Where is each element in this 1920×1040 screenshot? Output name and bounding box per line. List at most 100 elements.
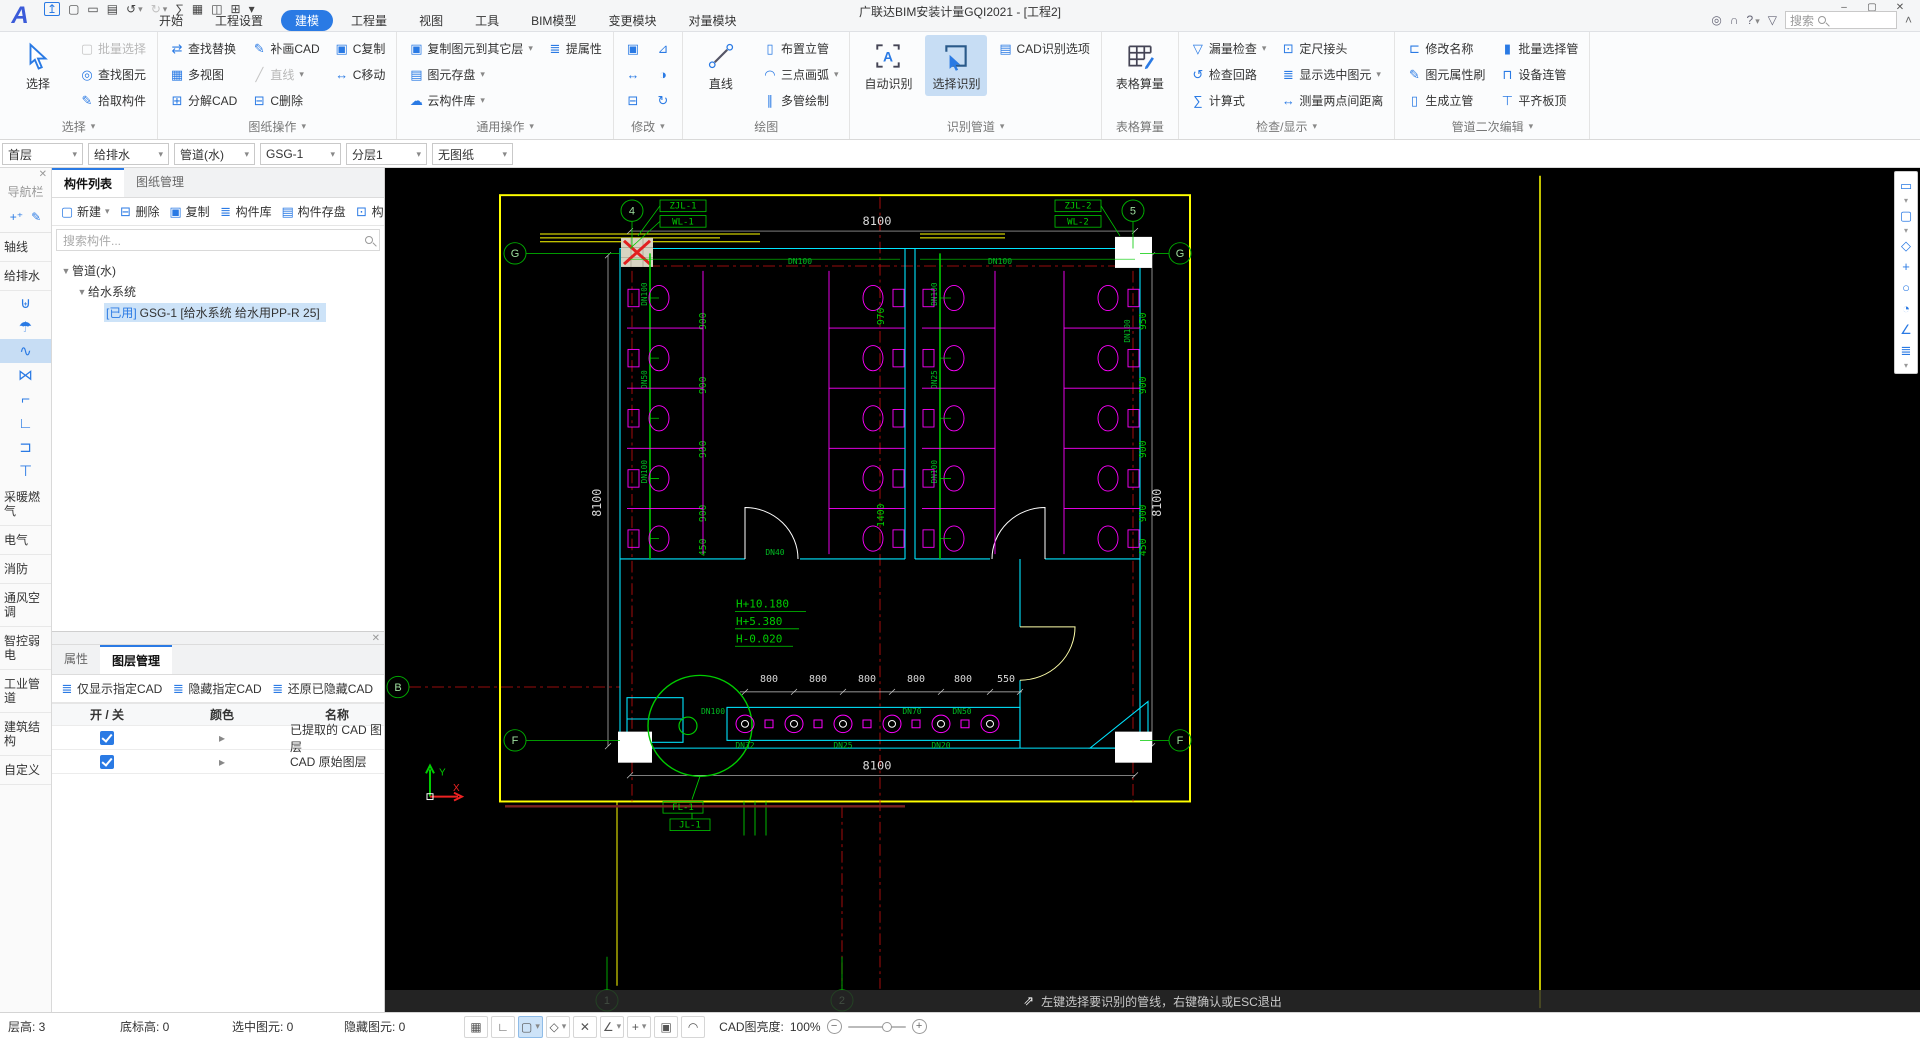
image-display-button[interactable]: ▣ [654, 1016, 678, 1038]
table-query-button[interactable]: ▦ [464, 1016, 488, 1038]
stretch-button[interactable]: ⊿ [651, 35, 675, 61]
caret-down-icon[interactable]: ▼ [60, 266, 72, 276]
view-3d-button[interactable]: ◇▾ [546, 1016, 570, 1038]
pipe-icon[interactable]: ∿ [0, 339, 51, 363]
measure-distance-button[interactable]: ↔测量两点间距离 [1276, 87, 1387, 113]
fixed-length-joint-button[interactable]: ⊡定尺接头 [1276, 35, 1387, 61]
sidebar-item-axis[interactable]: 轴线 [0, 233, 51, 262]
component-search-input[interactable]: 搜索构件... [56, 229, 380, 251]
mirror-button[interactable]: ◑ [651, 61, 675, 87]
three-point-arc-button[interactable]: ◠三点画弧▾ [758, 61, 843, 87]
tab-开始[interactable]: 开始 [145, 10, 197, 31]
specialty-select[interactable]: 给排水▾ [88, 143, 169, 165]
tree-item[interactable]: 给水系统 [88, 283, 136, 300]
orbit-icon[interactable]: ◔ [1895, 298, 1917, 319]
connect-equipment-pipe-button[interactable]: ⊓设备连管 [1495, 61, 1582, 87]
shower-icon[interactable]: ☂ [0, 315, 51, 339]
rotate-button[interactable]: ↻ [651, 87, 675, 113]
chevron-down-icon[interactable]: ▾ [1904, 226, 1908, 235]
layer-visible-checkbox[interactable] [100, 755, 114, 769]
generate-riser-button[interactable]: ▯生成立管 [1402, 87, 1489, 113]
tree-item[interactable]: 管道(水) [72, 262, 116, 279]
open-file-button[interactable]: ▭ [87, 2, 98, 16]
redraw-cad-button[interactable]: ✎补画CAD [247, 35, 323, 61]
add-icon[interactable]: +⁺ [10, 210, 23, 224]
save-elements-button[interactable]: ▤图元存盘▾ [404, 61, 537, 87]
check-loop-button[interactable]: ↺检查回路 [1186, 61, 1271, 87]
line-button[interactable]: ╱直线▾ [247, 61, 323, 87]
app-logo-icon[interactable]: A [4, 1, 36, 31]
tab-BIM模型[interactable]: BIM模型 [517, 10, 590, 31]
attribute-brush-button[interactable]: ✎图元属性刷 [1402, 61, 1489, 87]
floor-drain-icon[interactable]: ⊤ [0, 459, 51, 483]
new-component-button[interactable]: ▢新建▾ [56, 201, 113, 222]
tab-属性[interactable]: 属性 [52, 645, 100, 674]
ribbon-group-label[interactable]: 检查/显示▾ [1186, 116, 1388, 139]
ribbon-group-label[interactable]: 通用操作▾ [404, 116, 606, 139]
sidebar-item-fire-protection[interactable]: 消防 [0, 555, 51, 584]
ribbon-group-label[interactable]: 选择▾ [7, 116, 150, 139]
chevron-down-icon[interactable]: ▾ [1904, 361, 1908, 370]
place-riser-button[interactable]: ▯布置立管 [758, 35, 843, 61]
ortho-mode-button[interactable]: ∟ [491, 1016, 515, 1038]
multi-pipe-draw-button[interactable]: ∥多管绘制 [758, 87, 843, 113]
caret-down-icon[interactable]: ▼ [76, 287, 88, 297]
pan-icon[interactable]: + [1895, 256, 1917, 277]
new-file-button[interactable]: ▢ [68, 2, 79, 16]
hide-specified-cad-button[interactable]: ≣隐藏指定CAD [167, 678, 264, 699]
tab-构件列表[interactable]: 构件列表 [52, 168, 124, 197]
color-expand-icon[interactable]: ▸ [219, 731, 225, 745]
brightness-slider[interactable] [848, 1026, 906, 1028]
ribbon-search-input[interactable]: 搜索 [1785, 11, 1897, 29]
publish-button[interactable]: ↥ [44, 2, 60, 16]
sheet-select[interactable]: 无图纸▾ [432, 143, 513, 165]
cross-snap-button[interactable]: ✕ [573, 1016, 597, 1038]
cloud-library-button[interactable]: ☁云构件库▾ [404, 87, 537, 113]
component-library-button[interactable]: ≣构件库 [215, 201, 275, 222]
layer-visible-checkbox[interactable] [100, 731, 114, 745]
element-type-select[interactable]: 管道(水)▾ [174, 143, 255, 165]
sidebar-item-hvac[interactable]: 通风空调 [0, 584, 51, 627]
line-tool-button[interactable]: 直线 [690, 35, 752, 96]
display-settings-icon[interactable]: ▭ [1895, 175, 1917, 196]
c-delete-button[interactable]: ⊟C删除 [247, 87, 323, 113]
pipe-fitting-icon[interactable]: ⌐ [0, 387, 51, 411]
c-copy-button[interactable]: ▣C复制 [330, 35, 390, 61]
sidebar-item-building-structure[interactable]: 建筑结构 [0, 713, 51, 756]
sanitary-fixture-icon[interactable]: ⊎ [0, 291, 51, 315]
layer-select[interactable]: 分层1▾ [346, 143, 427, 165]
headset-icon[interactable]: ∩ [1730, 13, 1739, 27]
user-icon[interactable]: ◎ [1711, 13, 1721, 27]
table-quantity-button[interactable]: 表格算量 [1109, 35, 1171, 96]
ribbon-group-label[interactable]: 管道二次编辑▾ [1402, 116, 1582, 139]
ribbon-group-label[interactable]: 图纸操作▾ [165, 116, 389, 139]
sidebar-item-industrial-pipe[interactable]: 工业管道 [0, 670, 51, 713]
tab-建模[interactable]: 建模 [281, 10, 333, 31]
tab-工程量[interactable]: 工程量 [337, 10, 401, 31]
close-icon[interactable]: ✕ [372, 633, 380, 644]
pick-component-button[interactable]: ✎拾取构件 [75, 87, 150, 113]
chevron-down-icon[interactable]: ▾ [1904, 196, 1908, 205]
valve-flange-icon[interactable]: ⋈ [0, 363, 51, 387]
select-identify-button[interactable]: 选择识别 [925, 35, 987, 96]
point-snap-button[interactable]: +▾ [627, 1016, 651, 1038]
leak-check-button[interactable]: ▽漏量检查▾ [1186, 35, 1271, 61]
delete-component-button[interactable]: ⊟删除 [115, 201, 163, 222]
floor-select[interactable]: 首层▾ [2, 143, 83, 165]
measure-icon[interactable]: ∠ [1895, 319, 1917, 340]
auto-identify-button[interactable]: A自动识别 [857, 35, 919, 96]
find-replace-button[interactable]: ⇄查找替换 [165, 35, 241, 61]
tab-工具[interactable]: 工具 [461, 10, 513, 31]
show-selected-button[interactable]: ≣显示选中图元▾ [1276, 61, 1387, 87]
undo-button[interactable]: ↺▾ [126, 2, 143, 16]
component-select[interactable]: GSG-1▾ [260, 143, 341, 165]
sidebar-item-plumbing[interactable]: 给排水 [0, 262, 51, 291]
c-move-button[interactable]: ↔C移动 [330, 61, 390, 87]
zoom-icon[interactable]: ○ [1895, 277, 1917, 298]
theme-skin-icon[interactable]: ▽ [1768, 13, 1777, 27]
select-box-mode-button[interactable]: ▢▾ [518, 1016, 543, 1038]
extract-attributes-button[interactable]: ≣提属性 [543, 35, 606, 61]
layer-list-icon[interactable]: ≣ [1895, 340, 1917, 361]
component-extract-button[interactable]: ⊡构件提取 [351, 201, 384, 222]
sidebar-item-electrical[interactable]: 电气 [0, 526, 51, 555]
